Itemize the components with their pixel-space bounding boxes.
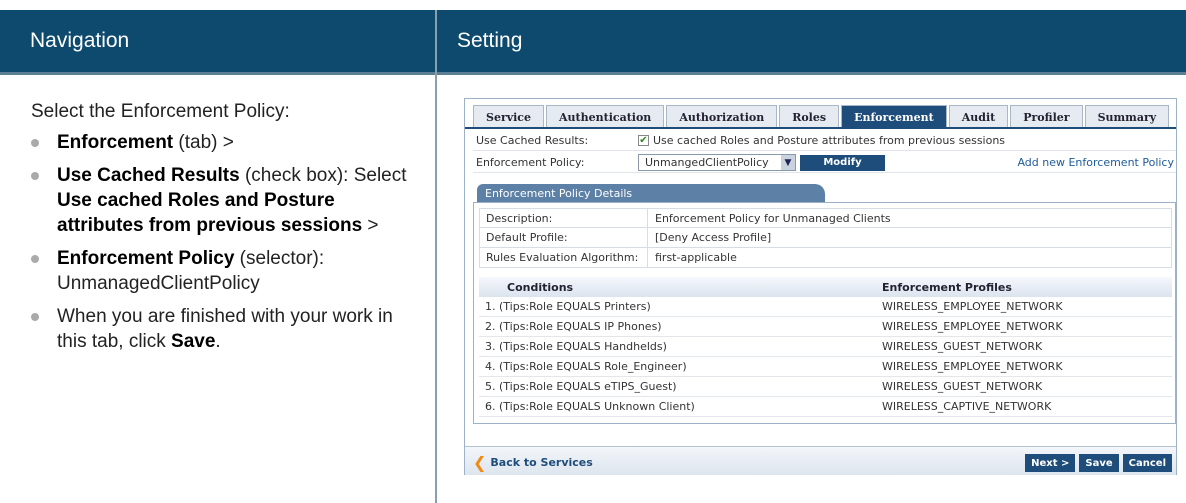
tab-summary[interactable]: Summary: [1084, 105, 1170, 128]
detail-label: Default Profile:: [480, 228, 648, 247]
detail-row: Default Profile: [Deny Access Profile]: [479, 228, 1172, 248]
detail-row: Description: Enforcement Policy for Unma…: [479, 208, 1172, 228]
rule-condition: 2. (Tips:Role EQUALS IP Phones): [485, 320, 662, 333]
nav-step: Use Cached Results (check box): Select U…: [31, 163, 415, 238]
step-text: .: [215, 331, 221, 352]
footer-bar: ❮ Back to Services Next > Save Cancel: [465, 446, 1176, 475]
rule-profile: WIRELESS_EMPLOYEE_NETWORK: [882, 360, 1063, 373]
enforcement-policy-select[interactable]: UnmangedClientPolicy ▼: [638, 154, 796, 171]
modify-button[interactable]: Modify: [800, 154, 885, 171]
cancel-button[interactable]: Cancel: [1122, 454, 1172, 472]
tab-underline: [465, 127, 1176, 129]
navigation-column: Select the Enforcement Policy: Enforceme…: [0, 75, 435, 503]
nav-step: Enforcement (tab) >: [31, 130, 415, 155]
step-keyword: Enforcement: [57, 132, 174, 153]
chevron-left-icon: ❮: [473, 453, 487, 472]
rule-condition: 1. (Tips:Role EQUALS Printers): [485, 300, 651, 313]
rule-profile: WIRELESS_EMPLOYEE_NETWORK: [882, 300, 1063, 313]
tab-authentication[interactable]: Authentication: [546, 105, 665, 128]
rules-table-header: Conditions Enforcement Profiles: [479, 277, 1172, 297]
step-text: When you are finished with your work in …: [57, 306, 393, 352]
detail-label: Description:: [480, 209, 648, 227]
rule-profile: WIRELESS_GUEST_NETWORK: [882, 380, 1043, 393]
navigation-header: Navigation: [0, 10, 435, 72]
rule-condition: 4. (Tips:Role EQUALS Role_Engineer): [485, 360, 687, 373]
rule-condition: 5. (Tips:Role EQUALS eTIPS_Guest): [485, 380, 677, 393]
tab-authorization[interactable]: Authorization: [666, 105, 778, 128]
step-keyword: Save: [171, 331, 216, 352]
doc-table: Navigation Setting Select the Enforcemen…: [0, 0, 1186, 503]
details-panel: Description: Enforcement Policy for Unma…: [473, 202, 1176, 424]
enforcement-policy-label: Enforcement Policy:: [476, 156, 585, 169]
rule-profile: WIRELESS_GUEST_NETWORK: [882, 340, 1043, 353]
tab-profiler[interactable]: Profiler: [1010, 105, 1083, 128]
rule-profile: WIRELESS_EMPLOYEE_NETWORK: [882, 320, 1063, 333]
cached-results-text: Use cached Roles and Posture attributes …: [653, 134, 1006, 147]
cached-results-checkbox[interactable]: ✔: [638, 135, 649, 146]
enforcement-policy-row: Enforcement Policy: UnmangedClientPolicy…: [473, 153, 1176, 173]
setting-title: Setting: [457, 29, 523, 52]
cached-results-label: Use Cached Results:: [476, 134, 589, 147]
service-tabs: Service Authentication Authorization Rol…: [473, 105, 1171, 128]
table-row: 6. (Tips:Role EQUALS Unknown Client) WIRE…: [479, 397, 1172, 417]
column-enforcement-profiles: Enforcement Profiles: [882, 280, 1012, 294]
nav-step: Enforcement Policy (selector): Unmanaged…: [31, 246, 415, 296]
tab-enforcement[interactable]: Enforcement: [841, 105, 947, 128]
nav-intro: Select the Enforcement Policy:: [31, 101, 290, 122]
step-text: (tab) >: [173, 132, 234, 153]
detail-value: first-applicable: [655, 251, 737, 264]
table-row: 4. (Tips:Role EQUALS Role_Engineer) WIREL…: [479, 357, 1172, 377]
enforcement-screenshot: Service Authentication Authorization Rol…: [464, 98, 1177, 475]
tab-audit[interactable]: Audit: [948, 105, 1009, 128]
table-row: 1. (Tips:Role EQUALS Printers) WIRELESS_E…: [479, 297, 1172, 317]
setting-header: Setting: [437, 10, 1186, 72]
nav-steps: Enforcement (tab) > Use Cached Results (…: [31, 130, 415, 354]
tab-roles[interactable]: Roles: [779, 105, 840, 128]
cached-results-row: Use Cached Results: ✔ Use cached Roles a…: [473, 131, 1176, 151]
details-tab: Enforcement Policy Details: [477, 184, 825, 202]
table-row: 2. (Tips:Role EQUALS IP Phones) WIRELESS_…: [479, 317, 1172, 337]
policy-value: UnmangedClientPolicy: [645, 156, 769, 169]
step-keyword: Use Cached Results: [57, 165, 240, 186]
step-text: (check box): Select: [239, 165, 407, 186]
save-button[interactable]: Save: [1079, 454, 1119, 472]
navigation-title: Navigation: [30, 29, 130, 52]
tab-service[interactable]: Service: [473, 105, 545, 128]
back-to-services-link[interactable]: ❮ Back to Services: [473, 453, 593, 472]
detail-row: Rules Evaluation Algorithm: first-applic…: [479, 248, 1172, 268]
add-enforcement-policy-link[interactable]: Add new Enforcement Policy: [1017, 156, 1176, 169]
table-row: 5. (Tips:Role EQUALS eTIPS_Guest) WIRELES…: [479, 377, 1172, 397]
step-keyword: Use cached Roles and Posture attributes …: [57, 190, 363, 236]
back-label: Back to Services: [490, 456, 593, 469]
footer-buttons: Next > Save Cancel: [1025, 454, 1172, 472]
detail-value: Enforcement Policy for Unmanaged Clients: [655, 211, 891, 225]
next-button[interactable]: Next >: [1025, 454, 1076, 472]
detail-label: Rules Evaluation Algorithm:: [480, 248, 648, 267]
rule-condition: 6. (Tips:Role EQUALS Unknown Client): [485, 400, 695, 413]
step-text: >: [362, 215, 379, 236]
rule-profile: WIRELESS_CAPTIVE_NETWORK: [882, 400, 1052, 413]
nav-step: When you are finished with your work in …: [31, 304, 415, 354]
detail-value: [Deny Access Profile]: [655, 231, 772, 244]
column-conditions: Conditions: [507, 280, 574, 294]
rule-condition: 3. (Tips:Role EQUALS Handhelds): [485, 340, 667, 353]
chevron-down-icon[interactable]: ▼: [781, 155, 795, 170]
table-row: 3. (Tips:Role EQUALS Handhelds) WIRELESS_…: [479, 337, 1172, 357]
column-divider: [435, 10, 437, 503]
step-keyword: Enforcement Policy: [57, 248, 235, 269]
